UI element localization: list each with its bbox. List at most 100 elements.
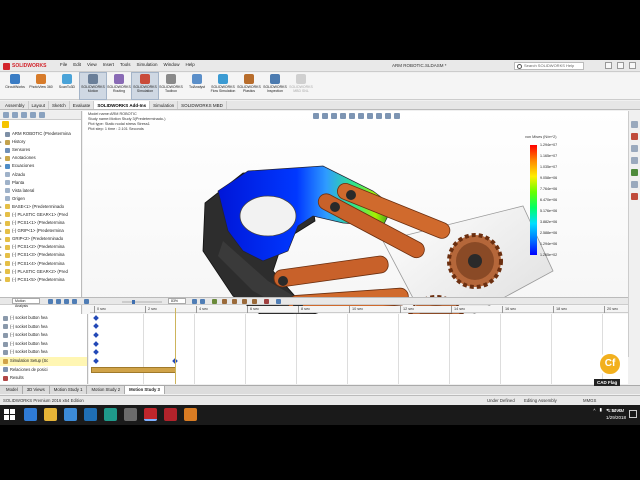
motion-tree-item[interactable]: Results: [0, 374, 87, 383]
expand-arrow-icon[interactable]: ▸: [0, 138, 3, 146]
keyframe[interactable]: [93, 315, 99, 321]
tree-item[interactable]: ▸ (-) PCS1<1> (Predetermina: [0, 219, 80, 227]
tray-up-arrow-icon[interactable]: ^: [593, 408, 595, 413]
close-button[interactable]: [629, 62, 636, 69]
tree-item[interactable]: ▸ GRIP<2> (Predeterminado: [0, 235, 80, 243]
file-explorer-icon[interactable]: [631, 145, 638, 152]
expand-arrow-icon[interactable]: ▸: [0, 211, 3, 219]
keyframe[interactable]: [93, 332, 99, 338]
calculate-icon[interactable]: [48, 299, 53, 304]
motion-study-properties-icon[interactable]: [276, 299, 281, 304]
tree-item[interactable]: ▸ History: [0, 138, 80, 146]
motion-tree-item[interactable]: Simulation Setup (Sc: [0, 356, 87, 366]
document-tab[interactable]: Model: [2, 386, 23, 394]
tree-item[interactable]: ▸ (-) GRIP<1> (Predetermina: [0, 227, 80, 235]
ribbon-button[interactable]: SOLIDWORKS Routing: [106, 73, 132, 99]
menu-item-tools[interactable]: Tools: [120, 62, 131, 67]
taskbar-edge-icon[interactable]: [24, 408, 37, 421]
clock[interactable]: 1:54 AM 1/29/2018: [606, 407, 626, 421]
expand-arrow-icon[interactable]: ▸: [0, 219, 3, 227]
ribbon-button[interactable]: SOLIDWORKS Inspection: [262, 73, 288, 99]
feature-manager-tab-icon[interactable]: [3, 112, 9, 118]
menu-item-simulation[interactable]: Simulation: [137, 62, 158, 67]
view-palette-icon[interactable]: [631, 157, 638, 164]
ribbon-button[interactable]: SOLIDWORKS Plastics: [236, 73, 262, 99]
tree-item[interactable]: Alzado: [0, 170, 80, 178]
taskbar-app-gray-icon[interactable]: [124, 408, 137, 421]
expand-arrow-icon[interactable]: ▸: [0, 260, 3, 268]
expand-arrow-icon[interactable]: ▸: [0, 251, 3, 259]
taskbar-app-orange-icon[interactable]: [184, 408, 197, 421]
property-manager-tab-icon[interactable]: [12, 112, 18, 118]
timeline-ruler[interactable]: 0 sec 2 sec 4 sec 6 sec 8 sec 10 sec 12 sec 14 …: [90, 306, 628, 313]
tree-item[interactable]: ▸ (-) PCS1<4> (Predetermina: [0, 260, 80, 268]
tree-item[interactable]: Vista lateral: [0, 187, 80, 195]
timeline-area[interactable]: [89, 314, 628, 384]
command-tab[interactable]: Sketch: [49, 101, 70, 109]
study-type-select[interactable]: Motion Analysis: [12, 298, 40, 308]
solidworks-forum-icon[interactable]: [631, 193, 638, 200]
expand-arrow-icon[interactable]: ▸: [0, 227, 3, 235]
document-tab[interactable]: Motion Study 2: [87, 386, 126, 394]
tree-item[interactable]: ▸ (-) PCS1<3> (Predetermina: [0, 251, 80, 259]
search-help-input[interactable]: Search SOLIDWORKS Help: [514, 62, 584, 70]
tree-item[interactable]: ▸ Anotaciones: [0, 154, 80, 162]
ribbon-button[interactable]: SOLIDWORKS Motion: [79, 72, 107, 100]
menu-item-view[interactable]: View: [87, 62, 97, 67]
expand-arrow-icon[interactable]: ▸: [0, 276, 3, 284]
taskbar-app-red-icon[interactable]: [164, 408, 177, 421]
motor-icon[interactable]: [222, 299, 227, 304]
gravity-icon[interactable]: [252, 299, 257, 304]
expand-arrow-icon[interactable]: ▸: [0, 235, 3, 243]
minimize-button[interactable]: [605, 62, 612, 69]
ribbon-button[interactable]: CircuitWorks: [2, 73, 28, 99]
command-tab[interactable]: SOLIDWORKS MBD: [178, 101, 227, 109]
network-icon[interactable]: ▮: [599, 407, 601, 413]
timeline-cursor[interactable]: [175, 308, 176, 384]
keyframe[interactable]: [93, 323, 99, 329]
motion-tree-item[interactable]: (-) socket button hea: [0, 323, 87, 332]
motion-tree-item[interactable]: (-) socket button hea: [0, 314, 87, 323]
command-tab[interactable]: Assembly: [2, 101, 29, 109]
link-arm-lower-1[interactable]: [273, 255, 389, 288]
tree-item[interactable]: ▸ (-) PCS1<2> (Predetermina: [0, 243, 80, 251]
motion-tree-item[interactable]: Relaciones de posici: [0, 366, 87, 375]
resources-icon[interactable]: [631, 121, 638, 128]
gear-upper[interactable]: [447, 233, 503, 289]
playback-speed-slider[interactable]: [122, 300, 162, 304]
taskbar-app-teal-icon[interactable]: [104, 408, 117, 421]
solidworks-logo[interactable]: SOLIDWORKS: [3, 62, 46, 70]
tree-item[interactable]: ARM ROBOTIC (Predetermina: [0, 130, 80, 138]
command-tab[interactable]: Evaluate: [70, 101, 95, 109]
command-tab[interactable]: Layout: [29, 101, 50, 109]
ribbon-button[interactable]: TolAnalyst: [184, 73, 210, 99]
save-animation-icon[interactable]: [192, 299, 197, 304]
ribbon-button[interactable]: PhotoView 360: [28, 73, 54, 99]
contact-icon[interactable]: [242, 299, 247, 304]
tree-item[interactable]: Origen: [0, 195, 80, 203]
ribbon-button[interactable]: SOLIDWORKS Flow Simulation: [210, 73, 236, 99]
taskbar-store-icon[interactable]: [64, 408, 77, 421]
expand-arrow-icon[interactable]: ▸: [0, 243, 3, 251]
tree-item[interactable]: ▸ (-) PCS1<5> (Predetermina: [0, 276, 80, 284]
playback-mode-icon[interactable]: [84, 299, 89, 304]
tree-item[interactable]: ▸ (-) PLASTIC GEAR<2> (Pred: [0, 268, 80, 276]
tree-item[interactable]: Planta: [0, 179, 80, 187]
display-manager-tab-icon[interactable]: [39, 112, 45, 118]
menu-item-file[interactable]: File: [60, 62, 67, 67]
menu-item-insert[interactable]: Insert: [103, 62, 114, 67]
design-library-icon[interactable]: [631, 133, 638, 140]
command-tab[interactable]: SOLIDWORKS Add-Ins: [94, 101, 151, 109]
motion-tree-item[interactable]: (-) socket button hea: [0, 340, 87, 349]
playback-speed-select[interactable]: 83%: [168, 298, 186, 304]
animation-wizard-icon[interactable]: [200, 299, 205, 304]
tree-item[interactable]: ▸ (-) PLASTIC GEAR<1> (Pred: [0, 211, 80, 219]
expand-arrow-icon[interactable]: ▸: [0, 203, 3, 211]
ribbon-button[interactable]: SOLIDWORKS Simulation: [131, 72, 159, 100]
menu-item-edit[interactable]: Edit: [73, 62, 81, 67]
ribbon-button[interactable]: ScanTo3D: [54, 73, 80, 99]
tree-item[interactable]: ▸ Ecuaciones: [0, 162, 80, 170]
maximize-button[interactable]: [617, 62, 624, 69]
expand-arrow-icon[interactable]: ▸: [0, 154, 3, 162]
taskbar-explorer-icon[interactable]: [44, 408, 57, 421]
